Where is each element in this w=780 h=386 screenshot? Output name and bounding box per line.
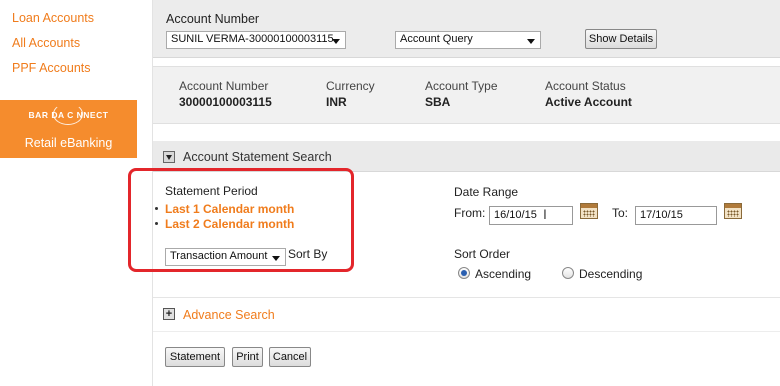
section-title: Account Statement Search [183, 150, 332, 164]
chevron-down-icon [527, 39, 535, 44]
print-button[interactable]: Print [232, 347, 263, 367]
from-date-value: 16/10/15 [494, 209, 537, 221]
to-date-value: 17/10/15 [640, 209, 683, 221]
bullet-icon [155, 207, 158, 210]
sort-by-label: Sort By [288, 247, 328, 261]
to-label: To: [612, 206, 629, 220]
account-summary: Account Number 30000100003115 Currency I… [153, 66, 780, 124]
calendar-icon[interactable] [724, 203, 742, 219]
collapse-toggle-icon[interactable] [163, 151, 175, 163]
account-number-label: Account Number [166, 12, 260, 26]
sort-field-value: Transaction Amount [170, 250, 268, 262]
sidebar: Loan Accounts All Accounts PPF Accounts … [0, 0, 137, 386]
from-date-input[interactable]: 16/10/15 [489, 206, 573, 225]
calendar-icon[interactable] [580, 203, 598, 219]
cancel-button[interactable]: Cancel [269, 347, 311, 367]
chevron-down-icon [272, 256, 280, 261]
to-date-input[interactable]: 17/10/15 [635, 206, 717, 225]
summary-account-type: Account Type SBA [425, 79, 498, 109]
account-select[interactable]: SUNIL VERMA-30000100003115 [166, 31, 346, 49]
brand-logo-text: BAR DA C NNECT [28, 110, 109, 120]
summary-header: Account Type [425, 79, 498, 93]
summary-header: Account Number [179, 79, 269, 93]
statement-button[interactable]: Statement [165, 347, 225, 367]
summary-value: 30000100003115 [179, 95, 272, 109]
statement-search-header: Account Statement Search [153, 141, 780, 172]
sort-descending-radio[interactable] [562, 267, 574, 279]
summary-account-status: Account Status Active Account [545, 79, 632, 109]
summary-header: Currency [326, 79, 375, 93]
sort-order-label: Sort Order [454, 247, 511, 261]
advance-search-link[interactable]: Advance Search [183, 308, 275, 322]
summary-header: Account Status [545, 79, 626, 93]
sidebar-link-loan-accounts[interactable]: Loan Accounts [12, 11, 94, 25]
expand-plus-icon[interactable]: + [163, 308, 175, 320]
summary-account-number: Account Number 30000100003115 [179, 79, 272, 109]
account-select-value: SUNIL VERMA-30000100003115 [171, 33, 334, 45]
date-range-label: Date Range [454, 185, 519, 199]
brand-subtitle: Retail eBanking [24, 136, 113, 150]
summary-currency: Currency INR [326, 79, 375, 109]
query-type-value: Account Query [400, 33, 473, 45]
summary-value: Active Account [545, 95, 632, 109]
from-label: From: [454, 206, 486, 220]
period-option-last-2-month[interactable]: Last 2 Calendar month [165, 217, 294, 231]
account-selector-bar: Account Number SUNIL VERMA-3000010000311… [153, 0, 780, 58]
sort-field-select[interactable]: Transaction Amount [165, 248, 286, 266]
query-type-select[interactable]: Account Query [395, 31, 541, 49]
text-cursor-icon: I [543, 206, 547, 222]
sort-ascending-label: Ascending [475, 267, 532, 281]
bullet-icon [155, 222, 158, 225]
statement-period-label: Statement Period [165, 184, 258, 198]
advance-search-row: + Advance Search [153, 298, 780, 332]
show-details-button[interactable]: Show Details [585, 29, 657, 49]
action-buttons: Statement Print Cancel [153, 332, 780, 386]
chevron-down-icon [332, 39, 340, 44]
baroda-connect-logo: BAR DA C NNECT Retail eBanking [0, 100, 137, 158]
sort-ascending-radio[interactable] [458, 267, 470, 279]
period-option-last-1-month[interactable]: Last 1 Calendar month [165, 202, 294, 216]
main-panel: Account Number SUNIL VERMA-3000010000311… [152, 0, 780, 386]
summary-value: INR [326, 95, 347, 109]
statement-search-form: Statement Period Last 1 Calendar month L… [153, 172, 780, 298]
sidebar-link-ppf-accounts[interactable]: PPF Accounts [12, 61, 91, 75]
summary-value: SBA [425, 95, 451, 109]
sidebar-link-all-accounts[interactable]: All Accounts [12, 36, 80, 50]
sort-descending-label: Descending [579, 267, 643, 281]
